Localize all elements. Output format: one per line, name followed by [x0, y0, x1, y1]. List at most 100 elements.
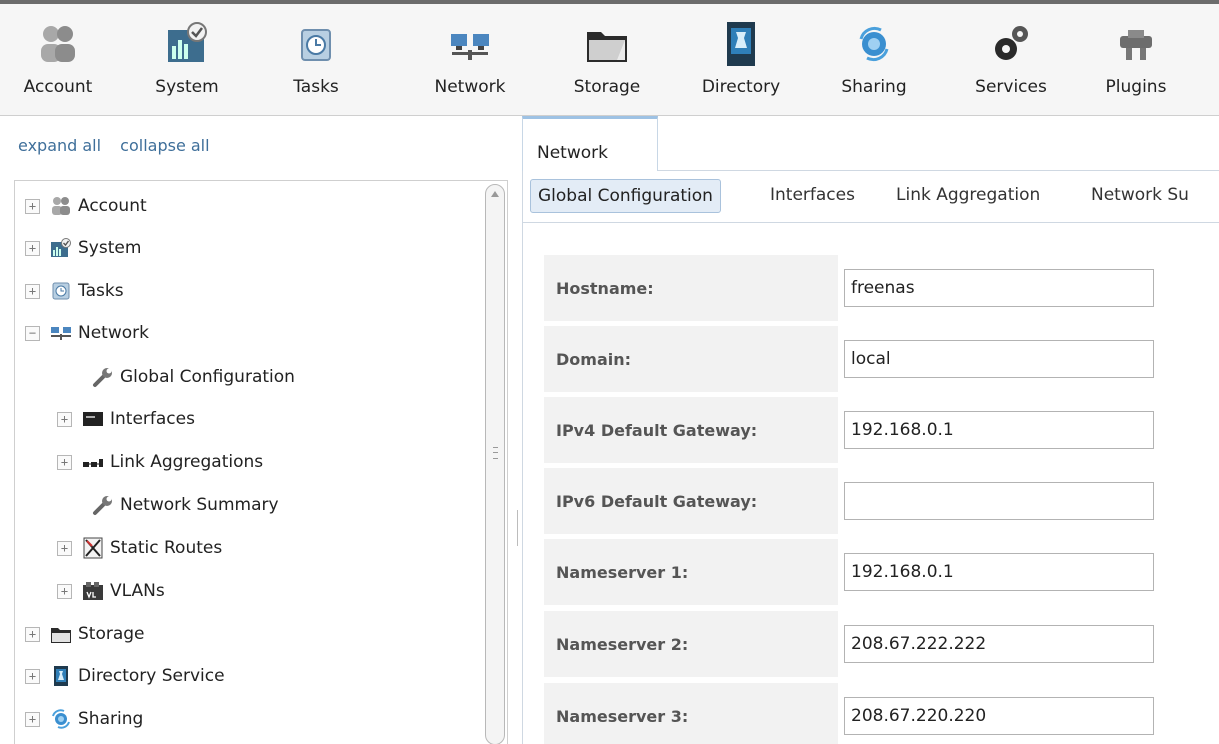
storage-icon — [584, 18, 630, 70]
expand-icon[interactable]: + — [57, 583, 72, 599]
toolbar-directory-button[interactable]: Directory — [691, 18, 791, 116]
expand-icon[interactable]: + — [25, 668, 40, 684]
scroll-up-arrow-icon[interactable] — [491, 191, 499, 197]
tree-item-label: Network Summary — [120, 495, 279, 515]
plugins-icon — [1113, 18, 1159, 70]
subtab-interfaces[interactable]: Interfaces — [763, 179, 862, 213]
tree-item-storage[interactable]: + Storage — [25, 619, 145, 649]
tree-item-label: System — [78, 238, 142, 258]
expand-icon[interactable]: + — [25, 626, 40, 642]
interfaces-icon — [82, 408, 104, 430]
toolbar-network-label: Network — [434, 77, 506, 97]
ipv4-gateway-input[interactable] — [844, 411, 1154, 449]
expand-icon[interactable]: + — [25, 240, 40, 256]
toolbar-sharing-label: Sharing — [841, 77, 907, 97]
splitter-grip-icon — [517, 510, 518, 546]
nameserver-2-input[interactable] — [844, 625, 1154, 663]
static-routes-icon — [82, 537, 104, 559]
expand-icon[interactable]: + — [57, 411, 72, 427]
hostname-row: Hostname: — [544, 255, 1174, 321]
tree-item-directory-service[interactable]: + Directory Service — [25, 661, 225, 691]
domain-row: Domain: — [544, 326, 1174, 392]
toolbar-plugins-label: Plugins — [1105, 77, 1167, 97]
domain-label: Domain: — [544, 326, 838, 392]
expand-icon[interactable]: + — [57, 454, 72, 470]
pane-splitter[interactable] — [515, 116, 520, 744]
toolbar-sharing-button[interactable]: Sharing — [824, 18, 924, 116]
tree-item-network[interactable]: − Network — [25, 318, 149, 348]
toolbar-services-button[interactable]: Services — [961, 18, 1061, 116]
tree-item-interfaces[interactable]: + Interfaces — [57, 404, 195, 434]
toolbar-directory-label: Directory — [701, 77, 781, 97]
tree-item-label: Network — [78, 323, 149, 343]
subtab-network-summary[interactable]: Network Su — [1084, 179, 1196, 213]
hostname-label: Hostname: — [544, 255, 838, 321]
domain-input[interactable] — [844, 340, 1154, 378]
tree-item-link-aggregations[interactable]: + Link Aggregations — [57, 447, 263, 477]
tree-item-system[interactable]: + System — [25, 233, 141, 263]
expand-all-link[interactable]: expand all — [18, 136, 101, 155]
scroll-grip-icon — [493, 447, 498, 459]
tree-item-label: Interfaces — [110, 409, 195, 429]
expand-icon[interactable]: + — [25, 283, 40, 299]
nameserver-2-row: Nameserver 2: — [544, 611, 1174, 677]
storage-icon — [50, 623, 72, 645]
tree-item-label: Link Aggregations — [110, 452, 264, 472]
nameserver-1-label: Nameserver 1: — [544, 539, 838, 605]
nameserver-3-input[interactable] — [844, 697, 1154, 735]
system-icon — [164, 18, 210, 70]
account-icon — [35, 18, 81, 70]
navigation-tree: + Account + System + Tasks − Network Glo… — [14, 180, 508, 744]
directory-icon — [718, 18, 764, 70]
ipv6-gateway-input[interactable] — [844, 482, 1154, 520]
tree-item-label: VLANs — [110, 581, 165, 601]
collapse-all-link[interactable]: collapse all — [120, 136, 209, 155]
toolbar-system-button[interactable]: System — [137, 18, 237, 116]
toolbar-plugins-button[interactable]: Plugins — [1086, 18, 1186, 116]
tree-item-label: Tasks — [78, 281, 124, 301]
collapse-icon[interactable]: − — [25, 325, 40, 341]
system-icon — [50, 237, 72, 259]
expand-icon[interactable]: + — [25, 711, 40, 727]
nameserver-3-label: Nameserver 3: — [544, 683, 838, 744]
wrench-icon — [92, 366, 114, 388]
tree-controls: expand all collapse all — [18, 136, 224, 155]
tree-item-tasks[interactable]: + Tasks — [25, 276, 124, 306]
toolbar-tasks-button[interactable]: Tasks — [266, 18, 366, 116]
expand-icon[interactable]: + — [25, 198, 40, 214]
ipv6-gateway-row: IPv6 Default Gateway: — [544, 468, 1174, 534]
tree-item-account[interactable]: + Account — [25, 191, 147, 221]
toolbar-storage-label: Storage — [573, 77, 641, 97]
subtab-global-configuration[interactable]: Global Configuration — [530, 179, 721, 213]
tree-item-label: Storage — [78, 624, 145, 644]
directory-icon — [50, 665, 72, 687]
toolbar-storage-button[interactable]: Storage — [557, 18, 657, 116]
tree-item-label: Global Configuration — [120, 367, 295, 387]
tasks-icon — [50, 280, 72, 302]
vlan-icon — [82, 580, 104, 602]
tree-item-static-routes[interactable]: + Static Routes — [57, 533, 222, 563]
nameserver-2-label: Nameserver 2: — [544, 611, 838, 677]
tree-item-label: Account — [78, 196, 147, 216]
tree-scrollbar[interactable] — [485, 184, 505, 744]
tree-item-global-configuration[interactable]: Global Configuration — [92, 362, 295, 392]
account-icon — [50, 195, 72, 217]
tree-item-sharing[interactable]: + Sharing — [25, 704, 143, 734]
ipv4-gateway-row: IPv4 Default Gateway: — [544, 397, 1174, 463]
nameserver-1-input[interactable] — [844, 553, 1154, 591]
toolbar-services-label: Services — [975, 77, 1047, 97]
hostname-input[interactable] — [844, 269, 1154, 307]
network-subtabs: Global Configuration Interfaces Link Agg… — [522, 171, 1219, 223]
toolbar-account-label: Account — [23, 77, 93, 97]
subtab-link-aggregation[interactable]: Link Aggregation — [889, 179, 1047, 213]
tree-item-network-summary[interactable]: Network Summary — [92, 490, 279, 520]
tasks-icon — [293, 18, 339, 70]
expand-icon[interactable]: + — [57, 540, 72, 556]
toolbar-network-button[interactable]: Network — [420, 18, 520, 116]
tree-item-vlans[interactable]: + VLANs — [57, 576, 165, 606]
tab-network[interactable]: Network — [522, 116, 658, 171]
toolbar-tasks-label: Tasks — [293, 77, 339, 97]
tree-item-label: Directory Service — [78, 666, 225, 686]
toolbar-account-button[interactable]: Account — [8, 18, 108, 116]
ipv4-gateway-label: IPv4 Default Gateway: — [544, 397, 838, 463]
